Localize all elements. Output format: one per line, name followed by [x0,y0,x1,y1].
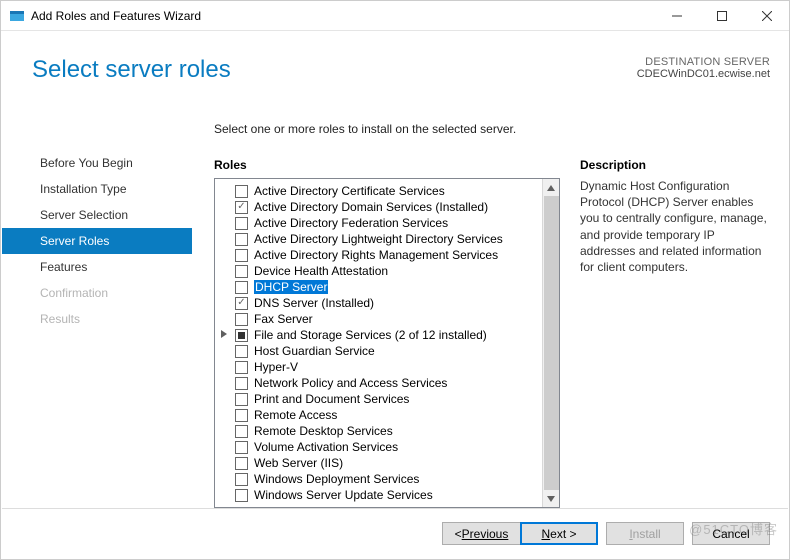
role-label: Remote Access [254,408,337,422]
role-label: DHCP Server [254,280,328,294]
step-confirmation: Confirmation [2,280,192,306]
role-item[interactable]: Network Policy and Access Services [215,375,542,391]
role-item[interactable]: Volume Activation Services [215,439,542,455]
role-item[interactable]: Active Directory Rights Management Servi… [215,247,542,263]
step-server-selection[interactable]: Server Selection [2,202,192,228]
role-item[interactable]: Remote Access [215,407,542,423]
role-checkbox[interactable] [235,233,248,246]
role-item[interactable]: Remote Desktop Services [215,423,542,439]
step-installation-type[interactable]: Installation Type [2,176,192,202]
role-checkbox[interactable] [235,377,248,390]
role-item[interactable]: Windows Server Update Services [215,487,542,503]
role-checkbox[interactable] [235,201,248,214]
role-item[interactable]: Host Guardian Service [215,343,542,359]
step-before-you-begin[interactable]: Before You Begin [2,150,192,176]
window-title: Add Roles and Features Wizard [31,9,654,23]
next-button[interactable]: Next > [520,522,598,545]
titlebar: Add Roles and Features Wizard [1,1,789,31]
role-checkbox[interactable] [235,393,248,406]
role-item[interactable]: Web Server (IIS) [215,455,542,471]
destination-name: CDECWinDC01.ecwise.net [637,68,770,80]
step-features[interactable]: Features [2,254,192,280]
role-checkbox[interactable] [235,249,248,262]
roles-column: Roles Active Directory Certificate Servi… [214,158,560,508]
expand-icon[interactable] [219,329,229,339]
app-icon [9,8,25,24]
roles-header: Roles [214,158,560,172]
role-item[interactable]: DHCP Server [215,279,542,295]
close-button[interactable] [744,1,789,31]
description-header: Description [580,158,770,172]
scrollbar-thumb[interactable] [544,196,559,490]
role-checkbox[interactable] [235,313,248,326]
role-checkbox[interactable] [235,297,248,310]
role-label: Active Directory Federation Services [254,216,448,230]
role-item[interactable]: Print and Document Services [215,391,542,407]
role-checkbox[interactable] [235,489,248,502]
role-item[interactable]: Hyper-V [215,359,542,375]
maximize-button[interactable] [699,1,744,31]
minimize-button[interactable] [654,1,699,31]
instruction-text: Select one or more roles to install on t… [214,122,770,136]
role-checkbox[interactable] [235,473,248,486]
role-checkbox[interactable] [235,345,248,358]
role-label: Remote Desktop Services [254,424,393,438]
role-checkbox[interactable] [235,361,248,374]
role-checkbox[interactable] [235,457,248,470]
role-label: Active Directory Lightweight Directory S… [254,232,503,246]
role-item[interactable]: Active Directory Lightweight Directory S… [215,231,542,247]
description-column: Description Dynamic Host Configuration P… [580,158,770,508]
role-item[interactable]: Active Directory Federation Services [215,215,542,231]
role-checkbox[interactable] [235,329,248,342]
wizard-content: Select server roles DESTINATION SERVER C… [2,32,788,558]
cancel-button[interactable]: Cancel [692,522,770,545]
role-checkbox[interactable] [235,409,248,422]
role-item[interactable]: Windows Deployment Services [215,471,542,487]
role-label: Windows Deployment Services [254,472,419,486]
roles-scrollbar[interactable] [542,179,559,507]
description-text: Dynamic Host Configuration Protocol (DHC… [580,178,770,275]
role-item[interactable]: Active Directory Certificate Services [215,183,542,199]
wizard-footer: < Previous Next > Install Cancel [2,508,788,558]
role-label: Active Directory Certificate Services [254,184,445,198]
role-item[interactable]: Active Directory Domain Services (Instal… [215,199,542,215]
role-label: Fax Server [254,312,313,326]
destination-label: DESTINATION SERVER [637,56,770,68]
role-checkbox[interactable] [235,265,248,278]
role-label: Print and Document Services [254,392,409,406]
wizard-steps: Before You BeginInstallation TypeServer … [2,122,192,508]
role-checkbox[interactable] [235,425,248,438]
role-label: File and Storage Services (2 of 12 insta… [254,328,487,342]
role-label: Web Server (IIS) [254,456,343,470]
previous-button[interactable]: < Previous [442,522,520,545]
role-checkbox[interactable] [235,281,248,294]
role-label: Active Directory Rights Management Servi… [254,248,498,262]
role-label: Volume Activation Services [254,440,398,454]
header: Select server roles DESTINATION SERVER C… [2,32,788,84]
role-item[interactable]: Device Health Attestation [215,263,542,279]
role-item[interactable]: DNS Server (Installed) [215,295,542,311]
install-button[interactable]: Install [606,522,684,545]
role-label: Windows Server Update Services [254,488,433,502]
role-label: Host Guardian Service [254,344,375,358]
destination-block: DESTINATION SERVER CDECWinDC01.ecwise.ne… [637,56,770,80]
role-checkbox[interactable] [235,185,248,198]
page-title: Select server roles [32,56,637,84]
role-label: Device Health Attestation [254,264,388,278]
role-checkbox[interactable] [235,441,248,454]
main-panel: Select one or more roles to install on t… [192,122,788,508]
scroll-down-icon[interactable] [543,490,560,507]
role-label: DNS Server (Installed) [254,296,374,310]
role-label: Active Directory Domain Services (Instal… [254,200,488,214]
scroll-up-icon[interactable] [543,179,560,196]
roles-listbox[interactable]: Active Directory Certificate Services Act… [214,178,560,508]
role-label: Network Policy and Access Services [254,376,447,390]
role-item[interactable]: File and Storage Services (2 of 12 insta… [215,327,542,343]
role-item[interactable]: Fax Server [215,311,542,327]
role-label: Hyper-V [254,360,298,374]
step-server-roles[interactable]: Server Roles [2,228,192,254]
role-checkbox[interactable] [235,217,248,230]
step-results: Results [2,306,192,332]
